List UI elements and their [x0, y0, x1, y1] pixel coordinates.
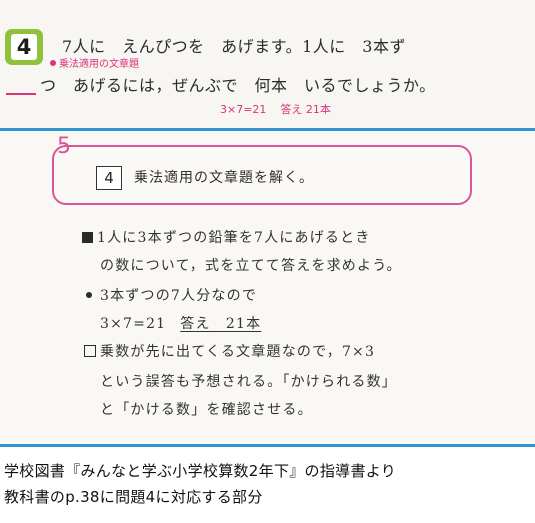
tag-bullet-icon	[50, 60, 56, 66]
guide-excerpt: 5 4 乗法適用の文章題を解く。 1人に3本ずつの鉛筆を7人にあげるとき の数に…	[0, 131, 535, 444]
caption-line1: 学校図書『みんなと学ぶ小学校算数2年下』の指導書より	[4, 462, 397, 480]
guide-item-3: 乗数が先に出てくる文章題なので，7×3	[84, 341, 375, 361]
guide-answer: 答え 21本	[180, 316, 262, 332]
guide-item-3-line2: という誤答も予想される。「かけられる数」	[100, 374, 397, 390]
problem-text-line1: 7人に えんぴつを あげます。1人に 3本ず	[62, 37, 406, 56]
guide-item-2: 3本ずつの7人分なので	[86, 285, 257, 305]
guide-item-3-line3: と「かける数」を確認させる。	[100, 402, 313, 418]
guide-item-2-answer: 3×7=21 答え 21本	[100, 313, 261, 333]
answer-blank-line	[6, 93, 36, 95]
guide-item-2-line1: 3本ずつの7人分なので	[100, 288, 258, 304]
answer-equation: 3×7=21	[220, 103, 267, 116]
empty-square-icon	[84, 345, 96, 357]
problem-tag-text: 乗法適用の文章題	[59, 59, 139, 70]
caption-line2: 教科書のp.38に問題4に対応する部分	[4, 488, 263, 506]
answer-text: 答え 21本	[280, 103, 331, 116]
divider-bottom	[0, 444, 535, 447]
filled-square-icon	[82, 232, 93, 243]
guide-item-1-line2: の数について，式を立てて答えを求めよう。	[100, 258, 402, 274]
guide-item-1: 1人に3本ずつの鉛筆を7人にあげるとき	[82, 227, 371, 247]
guide-title: 乗法適用の文章題を解く。	[134, 170, 314, 186]
bullet-icon	[86, 292, 92, 298]
guide-problem-number: 4	[96, 166, 122, 190]
problem-tag: 乗法適用の文章題	[50, 55, 139, 70]
guide-item-3-line1: 乗数が先に出てくる文章題なので，7×3	[100, 344, 376, 360]
problem-number-badge: 4	[5, 29, 43, 65]
guide-equation: 3×7=21	[100, 316, 167, 332]
guide-item-1-line1: 1人に3本ずつの鉛筆を7人にあげるとき	[97, 230, 371, 246]
problem-number: 4	[11, 34, 37, 60]
textbook-excerpt: 4 7人に えんぴつを あげます。1人に 3本ず 乗法適用の文章題 つ あげるに…	[0, 0, 535, 128]
guide-section-label: 5	[57, 134, 71, 159]
problem-text-line2: つ あげるには，ぜんぶで 何本 いるでしょうか。	[40, 76, 436, 95]
problem-answer: 3×7=21 答え 21本	[220, 101, 331, 117]
